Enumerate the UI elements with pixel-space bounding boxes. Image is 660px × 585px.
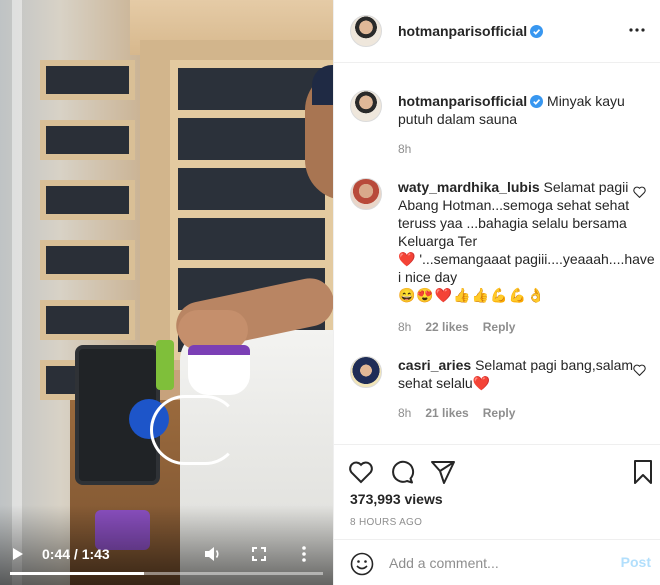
comment-icon[interactable] xyxy=(389,459,415,485)
comments-feed[interactable]: hotmanparisofficial Minyak kayu putuh da… xyxy=(334,64,660,444)
comment-meta: 8h 21 likes Reply xyxy=(398,406,515,420)
post-actions: 373,993 views 8 HOURS AGO xyxy=(334,444,660,539)
comment-username[interactable]: casri_aries xyxy=(398,357,471,373)
fullscreen-icon[interactable] xyxy=(252,545,268,563)
comment-input[interactable] xyxy=(389,552,609,574)
video-progress-bar[interactable] xyxy=(10,572,323,575)
avatar[interactable] xyxy=(350,178,382,210)
video-frame xyxy=(0,0,333,585)
video-controls: 0:44 / 1:43 xyxy=(0,533,333,573)
cable-reel xyxy=(75,345,169,485)
emoji-icon[interactable] xyxy=(350,552,374,576)
post-time-ago[interactable]: 8 HOURS AGO xyxy=(350,517,422,528)
post-button[interactable]: Post xyxy=(621,554,651,570)
video-player[interactable]: 0:44 / 1:43 xyxy=(0,0,333,585)
header-username-text[interactable]: hotmanparisofficial xyxy=(398,23,527,39)
share-icon[interactable] xyxy=(430,459,456,485)
post-header: hotmanparisofficial xyxy=(334,0,660,63)
reply-button[interactable]: Reply xyxy=(483,406,516,420)
person-hand xyxy=(178,310,248,350)
verified-icon xyxy=(530,25,544,38)
comment-body: waty_mardhika_lubis Selamat pagii Abang … xyxy=(398,178,656,304)
heart-emoji: ❤️ xyxy=(472,375,491,391)
comment-username[interactable]: waty_mardhika_lubis xyxy=(398,179,540,195)
post-side-panel: hotmanparisofficial hotmanparisofficial … xyxy=(333,0,660,585)
comment-meta: 8h 22 likes Reply xyxy=(398,320,515,334)
glass-door-edge xyxy=(12,0,22,585)
avatar[interactable] xyxy=(350,356,382,388)
volume-icon[interactable] xyxy=(204,545,222,563)
comment-time[interactable]: 8h xyxy=(398,406,411,420)
more-horizontal-icon[interactable] xyxy=(629,28,645,32)
comment-time[interactable]: 8h xyxy=(398,320,411,334)
video-progress-fill xyxy=(10,572,144,575)
view-count[interactable]: 373,993 views xyxy=(350,491,443,507)
diffuser xyxy=(188,345,250,395)
header-username[interactable]: hotmanparisofficial xyxy=(398,23,544,39)
comment-emojis: 😄😍❤️👍👍💪💪👌 xyxy=(398,287,546,303)
comment-body: casri_aries Selamat pagi bang,salam seha… xyxy=(398,356,656,392)
comment-likes[interactable]: 22 likes xyxy=(425,320,468,334)
video-time: 0:44 / 1:43 xyxy=(42,546,110,562)
like-heart-icon[interactable] xyxy=(633,186,646,198)
add-comment-bar: Post xyxy=(334,539,660,585)
caption-body: hotmanparisofficial Minyak kayu putuh da… xyxy=(398,92,656,128)
play-icon[interactable] xyxy=(12,545,26,563)
avatar[interactable] xyxy=(350,90,382,122)
avatar[interactable] xyxy=(350,15,382,47)
like-heart-icon[interactable] xyxy=(348,459,374,485)
comment-text-cont: '...semangaaat pagiii....yeaaah....have … xyxy=(398,251,655,285)
white-cable xyxy=(150,395,240,465)
green-bottle xyxy=(156,340,174,390)
caption-time[interactable]: 8h xyxy=(398,142,411,156)
verified-icon xyxy=(530,95,544,108)
reply-button[interactable]: Reply xyxy=(483,320,516,334)
more-vertical-icon[interactable] xyxy=(302,545,310,563)
caption-meta: 8h xyxy=(398,142,411,156)
comment-likes[interactable]: 21 likes xyxy=(425,406,468,420)
bookmark-icon[interactable] xyxy=(630,459,656,485)
heart-emoji: ❤️ xyxy=(398,251,416,267)
like-heart-icon[interactable] xyxy=(633,364,646,376)
caption-username[interactable]: hotmanparisofficial xyxy=(398,93,527,109)
